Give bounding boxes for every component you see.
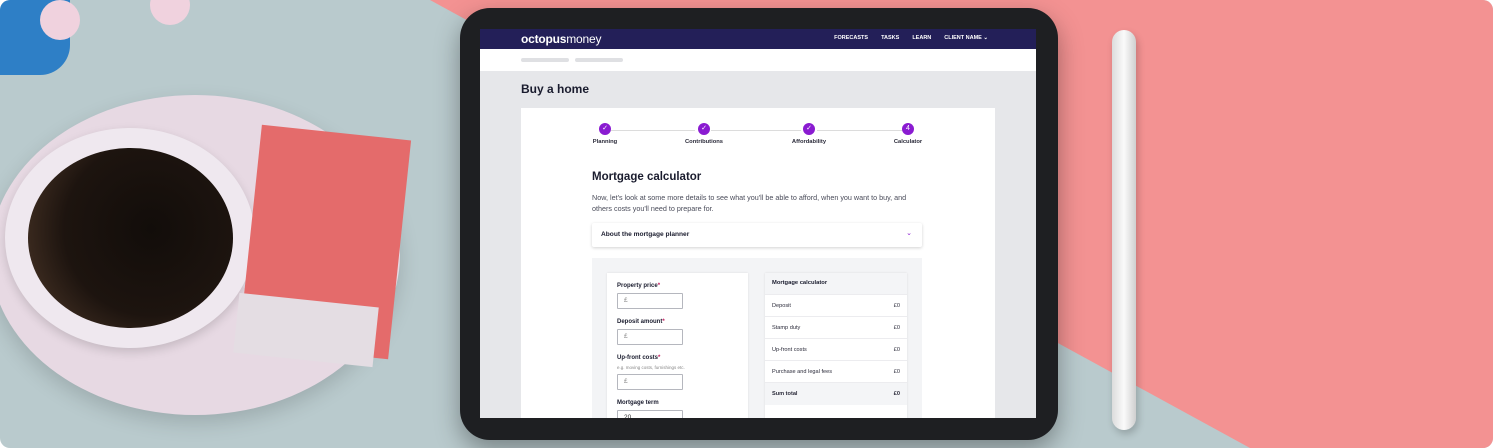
mortgage-term-input[interactable]: 20 xyxy=(617,410,683,418)
row-label: Purchase and legal fees xyxy=(772,369,833,375)
step-label: Contributions xyxy=(685,139,723,145)
check-icon: ✓ xyxy=(698,123,710,135)
summary-total-row: Sum total £0 xyxy=(765,382,907,405)
top-nav: octopusmoney FORECASTS TASKS LEARN CLIEN… xyxy=(480,29,1036,49)
row-label: Deposit xyxy=(772,303,791,309)
logo-bold-text: octopus xyxy=(521,32,567,46)
property-price-input[interactable]: £ xyxy=(617,293,683,309)
upfront-costs-label: Up-front costs* xyxy=(617,355,660,361)
required-marker: * xyxy=(658,355,661,361)
tablet-screen: octopusmoney FORECASTS TASKS LEARN CLIEN… xyxy=(480,29,1036,418)
mortgage-planner-accordion[interactable]: About the mortgage planner ⌄ xyxy=(592,223,922,247)
summary-header: Mortgage calculator xyxy=(765,273,907,294)
nav-links: FORECASTS TASKS LEARN CLIENT NAME ⌄ xyxy=(834,35,988,41)
accordion-label: About the mortgage planner xyxy=(601,231,690,238)
total-value: £0 xyxy=(893,391,900,397)
summary-row: Deposit £0 xyxy=(765,294,907,317)
client-menu[interactable]: CLIENT NAME ⌄ xyxy=(944,35,988,41)
upfront-costs-input[interactable]: £ xyxy=(617,374,683,390)
row-value: £0 xyxy=(893,303,900,309)
summary-row: Stamp duty £0 xyxy=(765,316,907,339)
currency-prefix: £ xyxy=(624,297,628,304)
currency-prefix: £ xyxy=(624,333,628,340)
chevron-down-icon: ⌄ xyxy=(983,35,988,41)
label-text: Up-front costs xyxy=(617,355,658,361)
breadcrumb-placeholder xyxy=(575,58,623,62)
row-value: £0 xyxy=(893,369,900,375)
background-photo: octopusmoney FORECASTS TASKS LEARN CLIEN… xyxy=(0,0,1493,448)
breadcrumb xyxy=(480,49,1036,71)
app-logo[interactable]: octopusmoney xyxy=(521,32,601,46)
flower xyxy=(150,0,190,25)
flower xyxy=(40,0,80,40)
stylus-pencil xyxy=(1112,30,1136,430)
progress-stepper: ✓ Planning ✓ Contributions ✓ Affordabili… xyxy=(521,122,995,152)
logo-light-text: money xyxy=(566,32,602,46)
step-label: Calculator xyxy=(893,139,923,145)
nav-link-learn[interactable]: LEARN xyxy=(912,35,931,41)
chevron-down-icon: ⌄ xyxy=(906,230,912,237)
nav-link-forecasts[interactable]: FORECASTS xyxy=(834,35,868,41)
nav-link-tasks[interactable]: TASKS xyxy=(881,35,899,41)
total-label: Sum total xyxy=(772,391,798,397)
row-label: Stamp duty xyxy=(772,325,801,331)
property-price-label: Property price* xyxy=(617,283,660,289)
row-label: Up-front costs xyxy=(772,347,807,353)
step-label: Affordability xyxy=(791,139,827,145)
summary-row: Up-front costs £0 xyxy=(765,338,907,361)
deposit-amount-label: Deposit amount* xyxy=(617,319,665,325)
step-label: Planning xyxy=(592,139,618,145)
page-title: Buy a home xyxy=(521,82,590,96)
check-icon: ✓ xyxy=(599,123,611,135)
upfront-costs-hint: e.g. moving costs, furnishings etc. xyxy=(617,365,685,370)
label-text: Deposit amount xyxy=(617,319,663,325)
step-affordability[interactable]: ✓ Affordability xyxy=(779,122,839,145)
input-value: 20 xyxy=(624,414,632,418)
summary-card: Mortgage calculator Deposit £0 Stamp duty… xyxy=(765,273,907,418)
row-value: £0 xyxy=(893,347,900,353)
mortgage-term-label: Mortgage term xyxy=(617,400,659,406)
row-value: £0 xyxy=(893,325,900,331)
step-contributions[interactable]: ✓ Contributions xyxy=(674,122,734,145)
summary-row: Purchase and legal fees £0 xyxy=(765,360,907,383)
coffee xyxy=(28,148,233,328)
client-name: CLIENT NAME xyxy=(944,35,982,41)
required-marker: * xyxy=(662,319,665,325)
breadcrumb-placeholder xyxy=(521,58,569,62)
step-planning[interactable]: ✓ Planning xyxy=(575,122,635,145)
section-heading: Mortgage calculator xyxy=(592,171,702,183)
intro-text: Now, let's look at some more details to … xyxy=(592,193,907,213)
step-number: 4 xyxy=(902,123,914,135)
summary-title: Mortgage calculator xyxy=(772,280,828,286)
required-marker: * xyxy=(657,283,661,289)
currency-prefix: £ xyxy=(624,378,628,385)
deposit-amount-input[interactable]: £ xyxy=(617,329,683,345)
step-calculator[interactable]: 4 Calculator xyxy=(878,122,938,145)
mortgage-form: Property price* £ Deposit amount* £ Up-f… xyxy=(607,273,748,418)
check-icon: ✓ xyxy=(803,123,815,135)
label-text: Property price xyxy=(617,283,658,289)
main-panel: ✓ Planning ✓ Contributions ✓ Affordabili… xyxy=(521,108,995,418)
